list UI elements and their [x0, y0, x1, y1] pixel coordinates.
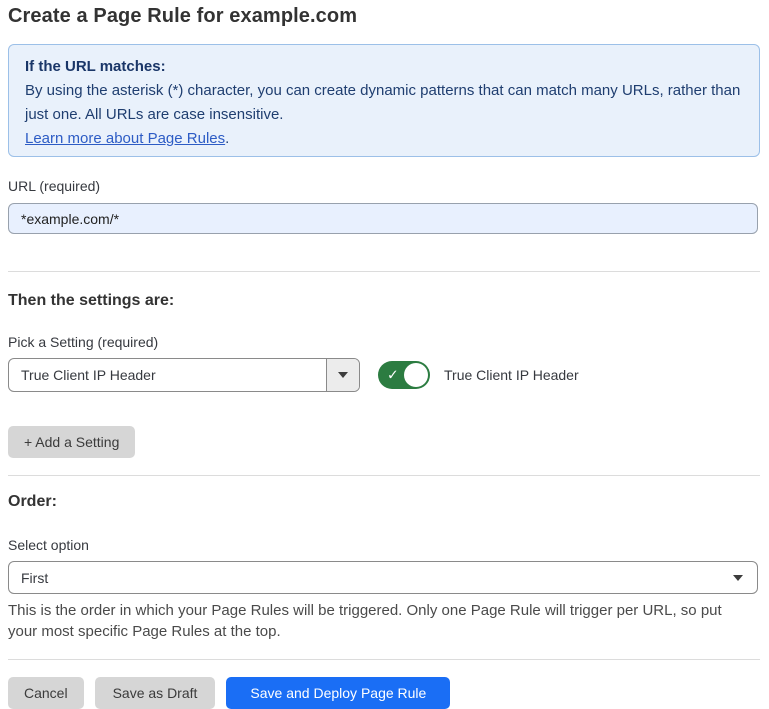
divider: [8, 475, 760, 476]
divider: [8, 659, 760, 660]
chevron-down-icon: [338, 372, 348, 378]
order-section-heading: Order:: [8, 493, 760, 511]
order-selected-value: First: [21, 570, 48, 586]
order-select-label: Select option: [8, 537, 760, 553]
select-arrow-box: [326, 359, 359, 391]
check-icon: ✓: [387, 368, 399, 382]
learn-more-link[interactable]: Learn more about Page Rules: [25, 130, 225, 147]
save-and-deploy-button[interactable]: Save and Deploy Page Rule: [226, 677, 450, 709]
order-select[interactable]: First: [8, 561, 758, 594]
footer-button-row: Cancel Save as Draft Save and Deploy Pag…: [8, 677, 760, 709]
page-title: Create a Page Rule for example.com: [8, 5, 760, 28]
pick-setting-label: Pick a Setting (required): [8, 334, 760, 350]
url-matches-info-box: If the URL matches: By using the asteris…: [8, 44, 760, 157]
save-as-draft-button[interactable]: Save as Draft: [95, 677, 216, 709]
chevron-down-icon: [733, 575, 743, 581]
divider: [8, 271, 760, 272]
setting-row: True Client IP Header ✓ True Client IP H…: [8, 358, 760, 392]
info-box-heading: If the URL matches:: [25, 55, 743, 79]
url-field-label: URL (required): [8, 178, 760, 194]
order-help-text: This is the order in which your Page Rul…: [8, 600, 753, 642]
link-period: .: [225, 130, 229, 147]
info-box-body: By using the asterisk (*) character, you…: [25, 79, 743, 127]
url-input[interactable]: [8, 203, 758, 234]
pick-setting-select[interactable]: True Client IP Header: [8, 358, 360, 392]
true-client-ip-toggle[interactable]: ✓: [378, 361, 430, 389]
cancel-button[interactable]: Cancel: [8, 677, 84, 709]
toggle-knob: [404, 363, 428, 387]
pick-setting-selected-value: True Client IP Header: [9, 359, 326, 391]
add-setting-button[interactable]: + Add a Setting: [8, 426, 135, 458]
create-page-rule-form: Create a Page Rule for example.com If th…: [0, 0, 769, 709]
settings-section-heading: Then the settings are:: [8, 292, 760, 310]
info-box-link-line: Learn more about Page Rules.: [25, 127, 743, 151]
toggle-label: True Client IP Header: [444, 367, 579, 383]
